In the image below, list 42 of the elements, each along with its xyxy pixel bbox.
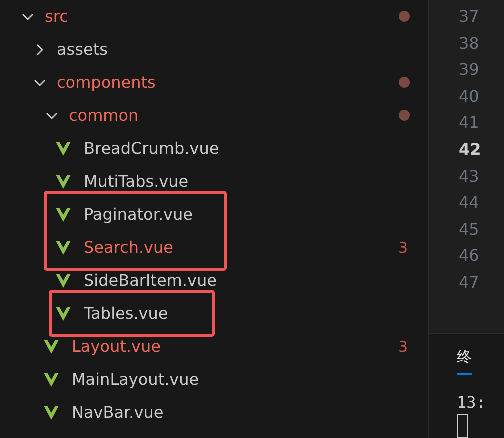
folder-item[interactable]: common [0,99,428,132]
panel-tab[interactable]: 终 [457,348,472,375]
file-item[interactable]: BreadCrumb.vue [0,132,428,165]
file-name: Layout.vue [72,337,161,356]
line-number: 47 [459,272,480,294]
folder-name: src [45,7,68,26]
folder-item[interactable]: src [0,0,428,33]
terminal-text: 13: [457,393,487,412]
folder-name: assets [57,40,108,59]
file-name: BreadCrumb.vue [84,139,220,158]
file-name: NavBar.vue [72,403,164,422]
line-number: 43 [459,166,480,188]
line-number: 40 [459,86,480,108]
file-item[interactable]: MainLayout.vue [0,363,428,396]
folder-item[interactable]: components [0,66,428,99]
file-item[interactable]: Layout.vue 3 [0,330,428,363]
line-number: 41 [459,112,480,134]
line-number: 37 [459,6,480,28]
line-number: 45 [459,218,480,241]
file-name: Paginator.vue [84,205,193,224]
line-number: 42 [459,138,482,161]
file-name: MainLayout.vue [72,370,200,389]
file-name: Search.vue [84,238,174,257]
folder-name: components [57,73,156,92]
problem-count: 3 [398,338,408,356]
file-name: SideBarItem.vue [84,271,217,290]
folder-name: common [69,106,139,125]
file-item[interactable]: Paginator.vue [0,198,428,231]
folder-item[interactable]: assets [0,33,428,66]
file-name: MutiTabs.vue [84,172,189,191]
terminal-cursor [457,414,468,438]
line-number: 38 [459,32,480,55]
problem-count: 3 [398,238,408,256]
file-item[interactable]: Search.vue 3 [0,231,428,264]
line-number: 44 [459,192,480,214]
file-item[interactable]: Tables.vue [0,297,428,330]
file-item[interactable]: SideBarItem.vue [0,264,428,297]
file-name: Tables.vue [84,304,168,323]
file-item[interactable]: MutiTabs.vue [0,165,428,198]
file-item[interactable]: NavBar.vue [0,396,428,429]
line-number: 39 [459,59,480,82]
line-number: 46 [459,245,480,268]
